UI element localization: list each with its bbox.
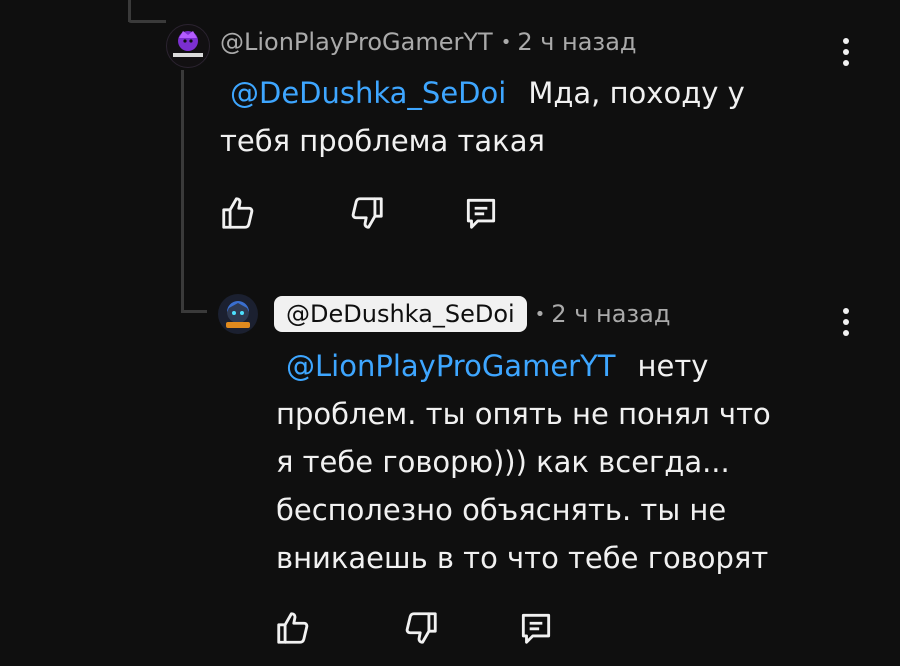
dislike-button[interactable]	[399, 606, 443, 650]
reply-button[interactable]	[514, 606, 558, 650]
reply-button[interactable]	[459, 191, 503, 235]
comment-2-text: нету	[637, 349, 709, 383]
comment-2-mention[interactable]: @LionPlayProGamerYT	[286, 349, 616, 383]
avatar-dedushka-image	[226, 301, 250, 328]
comment-2-text-line-3: я тебе говорю))) как всегда...	[276, 445, 730, 479]
like-icon	[222, 197, 254, 229]
like-button[interactable]	[216, 191, 260, 235]
avatar-dedushka[interactable]	[218, 294, 258, 334]
comment-2-meta: @DeDushka_SeDoi • 2 ч назад	[274, 296, 670, 332]
like-button[interactable]	[271, 606, 315, 650]
comment-2-text-line-5: вникаешь в то что тебе говорят	[276, 541, 769, 575]
avatar-lionplay[interactable]	[166, 24, 210, 68]
meta-separator: •	[500, 31, 512, 53]
thread-line-top	[128, 0, 131, 22]
thread-line-branch	[181, 310, 207, 313]
dislike-icon	[405, 612, 437, 644]
comment-1-time[interactable]: 2 ч назад	[517, 28, 636, 56]
comment-1-mention[interactable]: @DeDushka_SeDoi	[230, 76, 506, 110]
comment-2-author-chip[interactable]: @DeDushka_SeDoi	[274, 296, 527, 332]
meta-separator: •	[534, 303, 546, 325]
dislike-icon	[351, 197, 383, 229]
comment-1-body: @DeDushka_SeDoi Мда, походу у тебя пробле…	[220, 69, 840, 165]
thread-line-curve	[128, 20, 166, 23]
comment-2-text-line-2: проблем. ты опять не понял что	[276, 397, 771, 431]
comment-1-text-line-2: тебя проблема такая	[220, 124, 545, 158]
comment-2-body: @LionPlayProGamerYT нету проблем. ты опят…	[276, 342, 856, 582]
comment-1-author[interactable]: @LionPlayProGamerYT	[220, 28, 493, 56]
dislike-button[interactable]	[345, 191, 389, 235]
like-icon	[277, 612, 309, 644]
reply-icon	[521, 613, 551, 644]
comment-2-text-line-4: бесполезно объяснять. ты не	[276, 493, 727, 527]
avatar-lionplay-image	[173, 31, 203, 57]
reply-icon	[466, 198, 496, 229]
comment-2-time[interactable]: 2 ч назад	[551, 300, 670, 328]
comment-1-text: Мда, походу у	[528, 76, 745, 110]
thread-line-left	[181, 70, 184, 310]
more-vert-icon[interactable]	[831, 32, 861, 72]
more-vert-icon[interactable]	[831, 302, 861, 342]
comment-1-meta: @LionPlayProGamerYT • 2 ч назад	[220, 28, 637, 56]
